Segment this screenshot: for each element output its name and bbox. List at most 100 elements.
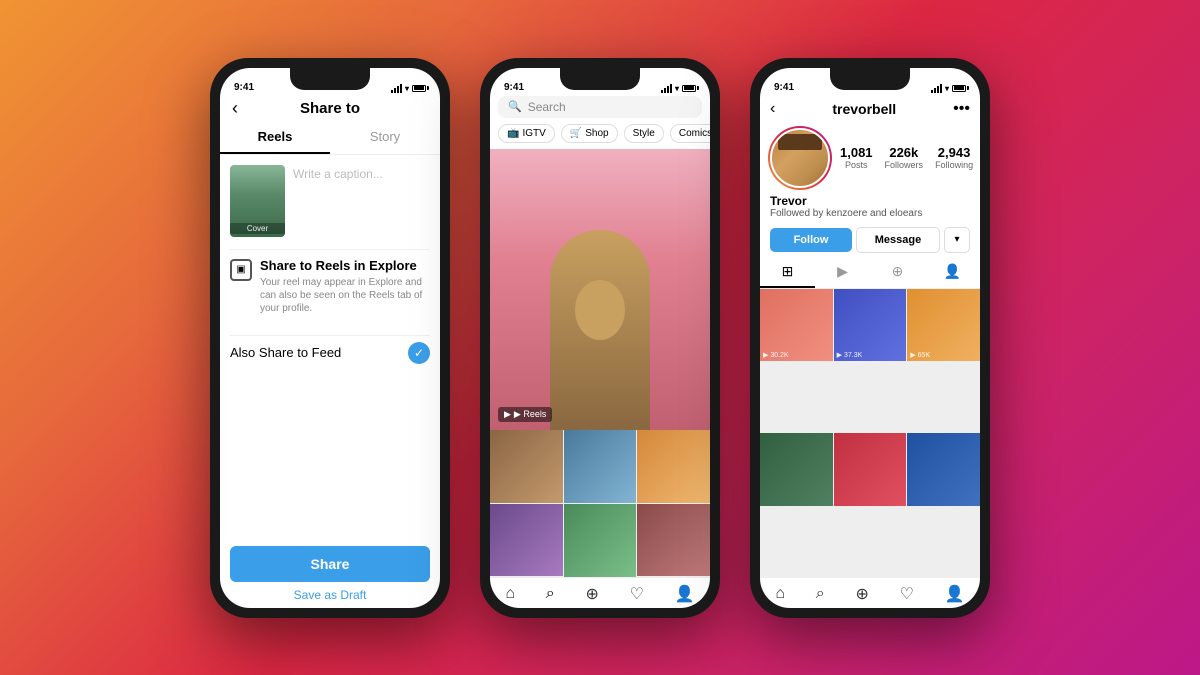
tab-story[interactable]: Story [330,121,440,154]
explore-row: ▣ Share to Reels in Explore Your reel ma… [230,249,430,323]
nav-title-1: Share to [300,100,360,117]
wifi-1: ▾ [405,84,409,93]
more-options-icon[interactable]: ••• [953,100,970,118]
avatar-hat [778,134,822,150]
nav-profile-3[interactable]: 👤 [945,584,965,604]
pgrid-count-3: ▶ 65K [910,351,930,359]
grid-item-3[interactable] [637,430,710,503]
category-chips: 📺IGTV 🛒Shop Style Comics TV & Mo... [490,124,710,149]
nav-home-2[interactable]: ⌂ [505,585,515,603]
username-header: trevorbell [832,101,896,117]
grid-item-5[interactable] [564,504,637,577]
nav-home-3[interactable]: ⌂ [775,585,785,603]
phone-3: 9:41 ▾ ‹ trevorbell ••• [750,58,990,618]
pgrid-count-1: ▶ 30.2K [763,351,789,359]
explore-content: 🔍 Search 📺IGTV 🛒Shop Style Comics TV & M… [490,96,710,608]
reels-watermark: ▶ ▶ Reels [498,407,552,422]
cat-comics[interactable]: Comics [670,124,710,143]
stat-followers-label: Followers [885,160,924,170]
share-feed-checkbox[interactable]: ✓ [408,342,430,364]
pgrid-item-6[interactable] [907,433,980,506]
nav-like-3[interactable]: ♡ [900,584,914,604]
stat-followers: 226k Followers [885,145,924,170]
save-draft-link[interactable]: Save as Draft [230,588,430,602]
nav-search-3[interactable]: ⌕ [816,585,825,603]
explore-icon: ▣ [230,259,252,281]
pgrid-item-1[interactable]: ▶ 30.2K [760,289,833,362]
signal-2 [661,84,672,93]
nav-like-2[interactable]: ♡ [630,584,644,604]
profile-grid: ▶ 30.2K ▶ 37.3K ▶ 65K [760,289,980,577]
pgrid-item-4[interactable] [760,433,833,506]
bottom-nav-2: ⌂ ⌕ ⊕ ♡ 👤 [490,577,710,608]
caption-row: Write a caption... [230,165,430,237]
profile-name: Trevor [770,194,970,208]
search-placeholder: Search [528,100,566,114]
grid-item-4[interactable] [490,504,563,577]
stat-following-num: 2,943 [935,145,973,160]
tab-tagged-in[interactable]: 👤 [925,257,980,288]
pgrid-item-3[interactable]: ▶ 65K [907,289,980,362]
share-content: Write a caption... ▣ Share to Reels in E… [220,155,440,538]
profile-tabs: ⊞ ▶ ⊕ 👤 [760,257,980,289]
explore-grid [490,430,710,576]
battery-3 [952,85,966,92]
nav-profile-2[interactable]: 👤 [675,584,695,604]
tabs-row-1: Reels Story [220,121,440,155]
grid-item-2[interactable] [564,430,637,503]
stats-row: 1,081 Posts 226k Followers 2,943 Followi… [840,145,973,170]
pgrid-item-5[interactable] [834,433,907,506]
follow-button[interactable]: Follow [770,228,852,252]
profile-name-area: Trevor Followed by kenzoere and eloears [760,194,980,223]
explore-subtitle: Your reel may appear in Explore and can … [260,276,430,315]
phone1-bottom: Share Save as Draft [220,538,440,608]
profile-top-row: 1,081 Posts 226k Followers 2,943 Followi… [760,122,980,194]
phone-2: 9:41 ▾ 🔍 Search 📺IGTV 🛒Shop Style Comics… [480,58,720,618]
back-arrow-1[interactable]: ‹ [232,98,238,119]
bottom-nav-3: ⌂ ⌕ ⊕ ♡ 👤 [760,577,980,608]
profile-avatar [770,128,830,188]
pgrid-item-2[interactable]: ▶ 37.3K [834,289,907,362]
phone1-nav: ‹ Share to [220,96,440,121]
time-1: 9:41 [234,82,254,93]
stat-following-label: Following [935,160,973,170]
message-button[interactable]: Message [856,227,940,253]
grid-item-6[interactable] [637,504,710,577]
battery-2 [682,85,696,92]
explore-text: Share to Reels in Explore Your reel may … [260,258,430,315]
share-button[interactable]: Share [230,546,430,582]
tab-reels[interactable]: ▶ [815,257,870,288]
cat-igtv[interactable]: 📺IGTV [498,124,555,143]
stat-followers-num: 226k [885,145,924,160]
search-icon: 🔍 [508,100,522,113]
explore-title[interactable]: Share to Reels in Explore [260,258,430,273]
time-3: 9:41 [774,82,794,93]
profile-actions: Follow Message ▾ [760,223,980,257]
followed-by-text: Followed by kenzoere and eloears [770,208,970,219]
nav-add-3[interactable]: ⊕ [855,584,868,604]
battery-1 [412,85,426,92]
profile-header: ‹ trevorbell ••• [760,96,980,122]
back-arrow-3[interactable]: ‹ [770,100,775,118]
caption-input[interactable]: Write a caption... [293,165,430,181]
tab-grid[interactable]: ⊞ [760,257,815,288]
pgrid-count-2: ▶ 37.3K [837,351,863,359]
tab-reels[interactable]: Reels [220,121,330,154]
cover-thumbnail [230,165,285,237]
share-feed-row[interactable]: Also Share to Feed ✓ [230,335,430,370]
time-2: 9:41 [504,82,524,93]
cat-shop[interactable]: 🛒Shop [561,124,618,143]
stat-posts-label: Posts [840,160,873,170]
nav-add-2[interactable]: ⊕ [585,584,598,604]
avatar-wrapper [770,128,830,188]
cat-style[interactable]: Style [624,124,664,143]
wifi-3: ▾ [945,84,949,93]
search-bar[interactable]: 🔍 Search [498,96,702,118]
main-video-area: ▶ ▶ Reels [490,149,710,431]
tab-tagged-you[interactable]: ⊕ [870,257,925,288]
nav-search-2[interactable]: ⌕ [546,585,555,603]
notch-1 [290,68,370,90]
share-feed-label: Also Share to Feed [230,345,341,360]
dropdown-button[interactable]: ▾ [944,227,970,253]
grid-item-1[interactable] [490,430,563,503]
